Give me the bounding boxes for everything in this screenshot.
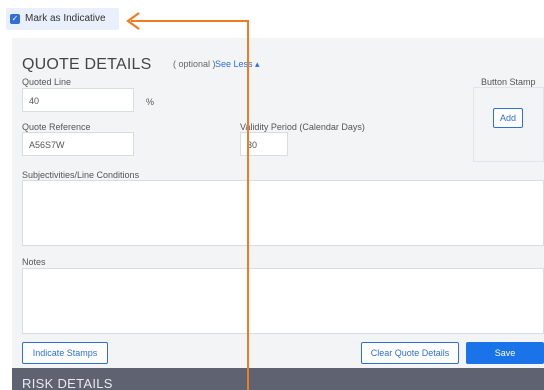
clear-quote-details-button[interactable]: Clear Quote Details xyxy=(361,342,459,364)
indicate-stamps-button[interactable]: Indicate Stamps xyxy=(22,342,108,364)
quote-details-panel: QUOTE DETAILS ( optional ) See Less ▴ Qu… xyxy=(12,38,544,368)
notes-label: Notes xyxy=(22,257,46,267)
top-bar: ✓ Mark as Indicative xyxy=(0,0,544,38)
notes-textarea[interactable] xyxy=(22,268,544,334)
quoted-line-input[interactable]: 40 xyxy=(22,88,134,112)
button-stamp-label: Button Stamp xyxy=(481,77,536,87)
risk-details-header[interactable]: RISK DETAILS xyxy=(12,368,544,390)
add-stamp-button[interactable]: Add xyxy=(493,108,523,128)
subjectivities-textarea[interactable] xyxy=(22,180,544,246)
mark-as-indicative-checkbox[interactable]: ✓ Mark as Indicative xyxy=(6,8,119,30)
button-stamp-box: Add xyxy=(473,87,544,162)
quoted-line-label: Quoted Line xyxy=(22,77,72,87)
subjectivities-label: Subjectivities/Line Conditions xyxy=(22,170,140,180)
quote-details-title: QUOTE DETAILS xyxy=(22,56,152,73)
mark-as-indicative-label: Mark as Indicative xyxy=(25,13,106,24)
see-less-link[interactable]: See Less ▴ xyxy=(215,59,260,70)
validity-period-input[interactable]: 30 xyxy=(240,132,288,156)
save-button[interactable]: Save xyxy=(466,342,544,364)
optional-label: ( optional ) xyxy=(173,59,216,69)
quote-reference-label: Quote Reference xyxy=(22,122,91,132)
checkbox-checked-icon[interactable]: ✓ xyxy=(10,14,20,24)
quote-reference-input[interactable]: A56S7W xyxy=(22,132,134,156)
percent-suffix: % xyxy=(146,97,155,107)
risk-details-title: RISK DETAILS xyxy=(22,376,113,390)
validity-period-label: Validity Period (Calendar Days) xyxy=(240,122,365,132)
